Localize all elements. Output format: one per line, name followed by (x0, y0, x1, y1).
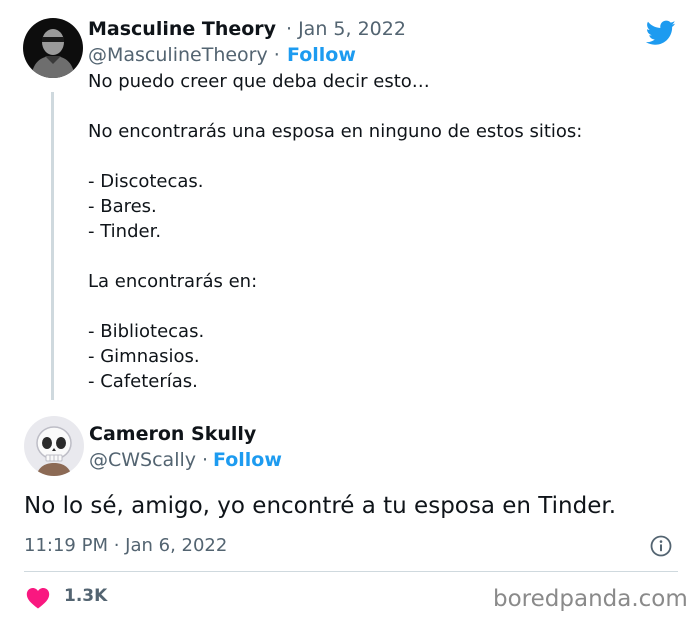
author-handle[interactable]: @MasculineTheory · (88, 44, 280, 66)
follow-button[interactable]: Follow (287, 44, 356, 66)
tweet-line: No puedo creer que deba decir esto… (88, 71, 430, 92)
like-count[interactable]: 1.3K (64, 586, 107, 606)
avatar-cameron-skully[interactable] (24, 416, 84, 476)
reply-timestamp[interactable]: 11:19 PM · Jan 6, 2022 (24, 535, 227, 556)
avatar-masculine-theory[interactable] (23, 18, 83, 78)
reply-text: No lo sé, amigo, yo encontré a tu esposa… (24, 493, 617, 519)
divider (24, 571, 678, 572)
reply-author-handle[interactable]: @CWScally · (89, 449, 208, 471)
heart-icon[interactable] (26, 587, 50, 609)
reply-follow-button[interactable]: Follow (213, 449, 282, 471)
twitter-bird-icon[interactable] (646, 20, 676, 46)
watermark: boredpanda.com (493, 586, 688, 612)
info-icon[interactable] (650, 535, 672, 557)
reply-author-name[interactable]: Cameron Skully (89, 423, 256, 445)
tweet-line: - Bibliotecas. (88, 321, 205, 342)
tweet-line: - Cafeterías. (88, 371, 198, 392)
thread-line (51, 92, 54, 400)
tweet-line: - Bares. (88, 196, 157, 217)
author-name[interactable]: Masculine Theory (88, 18, 276, 40)
tweet-date[interactable]: · Jan 5, 2022 (286, 18, 406, 40)
tweet-line: - Gimnasios. (88, 346, 200, 367)
tweet-line: La encontrarás en: (88, 271, 258, 292)
tweet-line: - Discotecas. (88, 171, 204, 192)
tweet-line: No encontrarás una esposa en ninguno de … (88, 121, 583, 142)
tweet-line: - Tinder. (88, 221, 162, 242)
